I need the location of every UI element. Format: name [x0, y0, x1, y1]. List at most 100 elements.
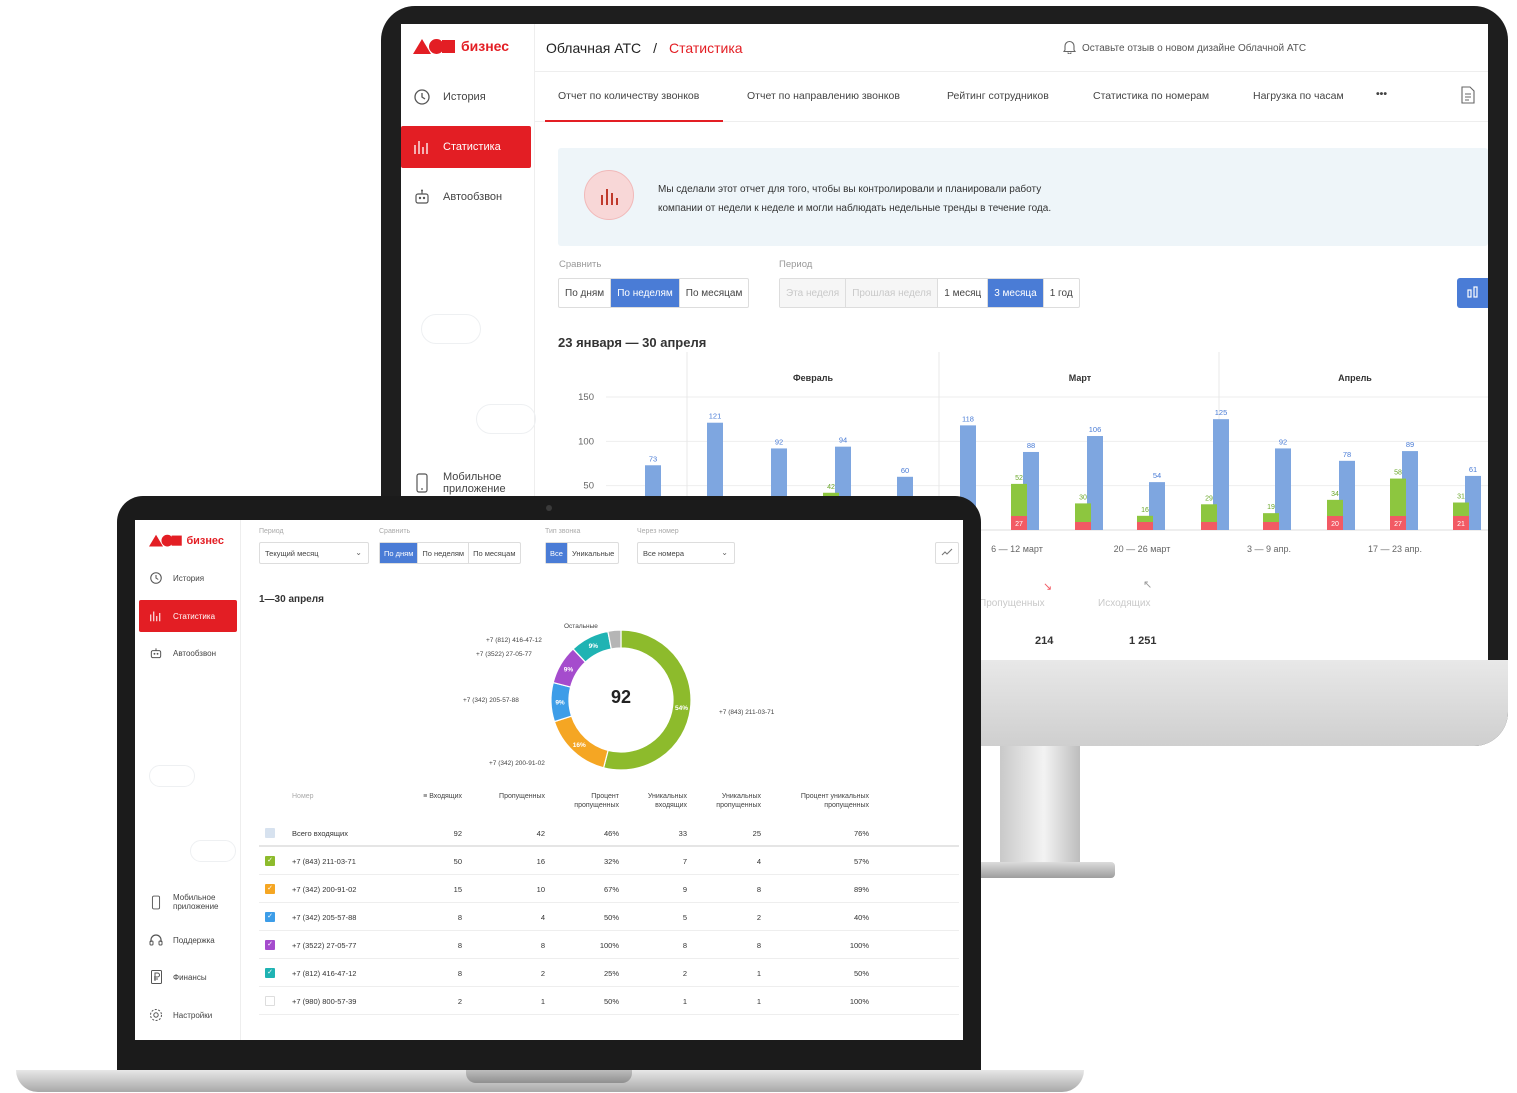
cell-uniq-in: 9	[682, 885, 687, 894]
col-header-unique-missed[interactable]: Уникальных пропущенных	[697, 792, 761, 810]
cell-incoming: 92	[453, 829, 462, 838]
bar-value-label: 21	[1457, 521, 1465, 528]
numbers-donut-chart: 54% 16% 9% 9% 9%	[550, 629, 692, 771]
phone-icon	[149, 895, 163, 910]
cell-missed: 4	[540, 913, 545, 922]
cell-number: +7 (843) 211-03-71	[292, 857, 356, 866]
bar-missed-part[interactable]	[1263, 522, 1279, 530]
cell-uniq-missed: 1	[756, 969, 761, 978]
cell-uniq-pct: 40%	[853, 913, 869, 922]
cell-missed: 42	[536, 829, 545, 838]
cell-number: +7 (3522) 27-05-77	[292, 941, 357, 950]
cell-number: +7 (342) 200-91-02	[292, 885, 357, 894]
cell-pct: 46%	[603, 829, 619, 838]
slice-label: Остальные	[564, 623, 598, 630]
row-checkbox[interactable]: ✓	[265, 940, 275, 950]
table-row[interactable]: ✓ +7 (3522) 27-05-77 8 8 100% 8 8 100%	[259, 931, 959, 959]
cell-uniq-missed: 2	[756, 913, 761, 922]
sidebar-item-support[interactable]: Поддержка	[139, 924, 237, 956]
cell-missed: 8	[540, 941, 545, 950]
bar-value-label: 125	[1215, 408, 1228, 417]
bar-value-label: 118	[962, 414, 974, 423]
cell-incoming: 8	[457, 913, 462, 922]
month-label: Февраль	[793, 373, 833, 383]
col-header-missed-pct[interactable]: Процент пропущенных	[563, 792, 619, 810]
donut-center-value: 92	[610, 687, 632, 707]
cell-missed: 16	[536, 857, 545, 866]
cloud-decoration-icon	[190, 840, 236, 862]
x-tick-label: 17 — 23 апр.	[1368, 544, 1422, 554]
cell-pct: 50%	[603, 913, 619, 922]
bar-value-label: 58	[1394, 470, 1402, 477]
row-checkbox[interactable]	[265, 828, 275, 838]
bar-value-label: 52	[1015, 475, 1023, 482]
row-checkbox[interactable]: ✓	[265, 856, 275, 866]
table-row[interactable]: +7 (980) 800-57-39 2 1 50% 1 1 100%	[259, 987, 959, 1015]
row-checkbox[interactable]: ✓	[265, 968, 275, 978]
row-checkbox[interactable]: ✓	[265, 884, 275, 894]
bar-missed-part[interactable]	[1137, 522, 1153, 530]
bar-value-label: 121	[709, 412, 722, 421]
row-checkbox[interactable]: ✓	[265, 912, 275, 922]
col-header-incoming-label: Входящих	[429, 793, 462, 800]
bar-value-label: 78	[1343, 450, 1351, 459]
bar-value-label: 73	[649, 454, 657, 463]
cell-uniq-pct: 76%	[853, 829, 869, 838]
sidebar-item-finance[interactable]: Финансы	[139, 961, 237, 993]
bar-missed-part[interactable]	[1201, 522, 1217, 530]
cell-uniq-missed: 8	[756, 941, 761, 950]
cell-incoming: 8	[457, 969, 462, 978]
row-checkbox[interactable]	[265, 996, 275, 1006]
col-header-unique-missed-pct[interactable]: Процент уникальных пропущенных	[775, 792, 869, 810]
slice-label: +7 (342) 205-57-88	[463, 697, 519, 704]
cell-missed: 10	[536, 885, 545, 894]
cell-uniq-in: 2	[682, 969, 687, 978]
col-header-missed[interactable]: Пропущенных	[485, 792, 545, 801]
cell-uniq-pct: 50%	[853, 969, 869, 978]
bar-value-label: 61	[1469, 465, 1477, 474]
sidebar-item-label: Поддержка	[173, 935, 215, 945]
bar-missed-part[interactable]	[1075, 522, 1091, 530]
cell-pct: 25%	[603, 969, 619, 978]
table-row[interactable]: ✓ +7 (843) 211-03-71 50 16 32% 7 4 57%	[259, 847, 959, 875]
table-row[interactable]: ✓ +7 (342) 200-91-02 15 10 67% 9 8 89%	[259, 875, 959, 903]
month-label: Апрель	[1338, 373, 1372, 383]
table-row[interactable]: ✓ +7 (812) 416-47-12 8 2 25% 2 1 50%	[259, 959, 959, 987]
monitor-stand-neck	[1000, 746, 1080, 868]
bar-value-label: 42	[827, 484, 835, 491]
cell-uniq-in: 33	[678, 829, 687, 838]
col-header-incoming[interactable]: ≡ Входящих	[412, 792, 462, 801]
y-tick-label: 100	[578, 436, 594, 447]
bar-value-label: 20	[1331, 521, 1339, 528]
x-tick-label: 6 — 12 март	[991, 544, 1043, 554]
cell-incoming: 8	[457, 941, 462, 950]
cell-uniq-in: 5	[682, 913, 687, 922]
sidebar-item-settings[interactable]: Настройки	[139, 999, 237, 1031]
slice-label: +7 (843) 211-03-71	[719, 709, 775, 716]
cell-number: +7 (342) 205-57-88	[292, 913, 357, 922]
cell-pct: 100%	[599, 941, 619, 950]
cell-uniq-missed: 8	[756, 885, 761, 894]
col-header-number[interactable]: Номер	[292, 792, 314, 801]
bar-value-label: 54	[1153, 471, 1161, 480]
bar-value-label: 92	[1279, 437, 1287, 446]
bar-value-label: 34	[1331, 491, 1339, 498]
bar-value-label: 16	[1141, 507, 1149, 514]
y-tick-label: 50	[583, 481, 594, 492]
col-header-unique-incoming[interactable]: Уникальных входящих	[631, 792, 687, 810]
table-total-row[interactable]: Всего входящих 92 42 46% 33 25 76%	[259, 819, 959, 847]
slice-percent-label: 9%	[589, 643, 599, 650]
laptop-opening-notch	[466, 1070, 632, 1083]
headset-icon	[149, 933, 163, 947]
slice-label: +7 (3522) 27-05-77	[476, 651, 532, 658]
month-label: Март	[1069, 373, 1092, 383]
x-tick-label: 20 — 26 март	[1114, 544, 1171, 554]
table-row[interactable]: ✓ +7 (342) 205-57-88 8 4 50% 5 2 40%	[259, 903, 959, 931]
cell-uniq-in: 8	[682, 941, 687, 950]
y-tick-label: 150	[578, 392, 594, 403]
sidebar-item-mobile-app[interactable]: Мобильное приложение	[139, 886, 237, 918]
bar-value-label: 89	[1406, 440, 1414, 449]
cell-pct: 50%	[603, 997, 619, 1006]
x-tick-label: 3 — 9 апр.	[1247, 544, 1291, 554]
slice-percent-label: 9%	[564, 666, 574, 673]
